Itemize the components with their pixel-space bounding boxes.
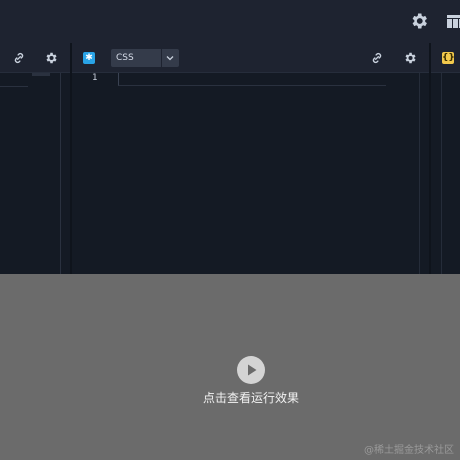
gear-icon[interactable] [409,11,429,31]
chevron-down-icon[interactable] [165,53,175,63]
run-preview-label[interactable]: 点击查看运行效果 [0,389,460,406]
play-button[interactable] [237,356,265,384]
select-divider [161,49,162,67]
language-select[interactable]: CSS [111,49,179,67]
watermark: @稀土掘金技术社区 [364,445,454,456]
left-pane-scroll-thumb[interactable] [32,73,50,76]
play-icon [248,364,257,376]
css-code-line[interactable] [118,73,386,86]
asterisk-icon: ✱ [83,52,95,64]
css-pane-header: ✱ CSS [72,43,429,73]
left-pane-header [0,43,70,73]
css-pane-scrollbar[interactable] [419,73,420,274]
pane-divider[interactable] [429,43,431,274]
braces-icon: {} [442,52,455,64]
js-pane-scrollbar[interactable] [441,73,442,274]
language-select-value: CSS [116,53,134,63]
layout-grid-icon[interactable] [445,11,460,31]
left-pane-scrollbar[interactable] [60,73,61,274]
gear-icon[interactable] [403,51,417,65]
js-pane-header: {} [431,43,460,73]
line-number: 1 [92,73,98,83]
link-icon[interactable] [370,51,384,65]
gear-icon[interactable] [44,51,58,65]
pane-divider[interactable] [70,43,72,274]
link-icon[interactable] [12,51,26,65]
top-toolbar [0,0,460,43]
left-pane-active-line [0,86,28,87]
preview-panel[interactable]: 点击查看运行效果 @稀土掘金技术社区 [0,274,460,460]
